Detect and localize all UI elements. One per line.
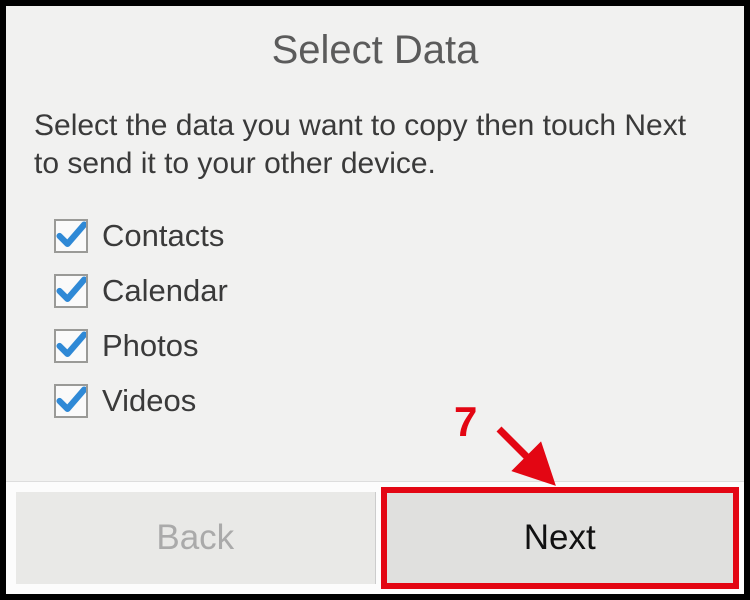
option-label: Calendar [102,273,228,309]
checkbox-icon [54,384,88,418]
page-title: Select Data [6,6,744,91]
checkbox-icon [54,219,88,253]
option-photos[interactable]: Photos [54,328,716,364]
options-list: Contacts Calendar Photos [6,208,744,438]
next-button-highlight: Next [381,482,745,594]
instruction-text: Select the data you want to copy then to… [6,91,744,208]
option-label: Contacts [102,218,224,254]
next-button[interactable]: Next [381,487,740,589]
option-calendar[interactable]: Calendar [54,273,716,309]
button-bar: Back Next [6,481,744,594]
option-videos[interactable]: Videos [54,383,716,419]
checkbox-icon [54,274,88,308]
option-label: Photos [102,328,199,364]
select-data-screen: Select Data Select the data you want to … [0,0,750,600]
back-button[interactable]: Back [16,492,376,584]
checkbox-icon [54,329,88,363]
option-contacts[interactable]: Contacts [54,218,716,254]
option-label: Videos [102,383,196,419]
